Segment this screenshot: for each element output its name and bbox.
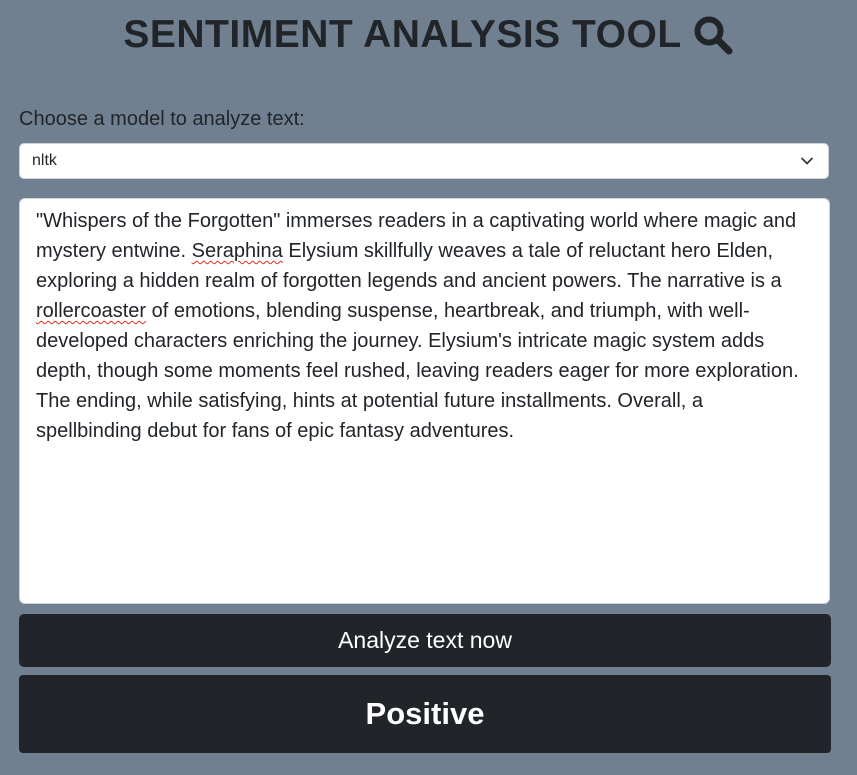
misspelled-word: Seraphina [191, 240, 283, 262]
chevron-down-icon [800, 154, 814, 168]
header: SENTIMENT ANALYSIS TOOL [0, 10, 857, 60]
search-icon [692, 14, 734, 56]
sentiment-result-label: Positive [365, 696, 485, 731]
resize-handle-icon[interactable] [817, 591, 827, 603]
model-select-label: Choose a model to analyze text: [19, 108, 305, 130]
text-segment: of emotions, blending suspense, heartbre… [36, 300, 799, 442]
model-select[interactable]: nltk [19, 143, 829, 179]
misspelled-word: rollercoaster [36, 300, 147, 322]
sentiment-result: Positive [19, 675, 831, 753]
review-text-input[interactable]: "Whispers of the Forgotten" immerses rea… [19, 198, 830, 604]
page: SENTIMENT ANALYSIS TOOL Choose a model t… [0, 0, 857, 775]
page-title: SENTIMENT ANALYSIS TOOL [123, 13, 682, 56]
model-select-value: nltk [32, 152, 57, 169]
analyze-button[interactable]: Analyze text now [19, 614, 831, 667]
